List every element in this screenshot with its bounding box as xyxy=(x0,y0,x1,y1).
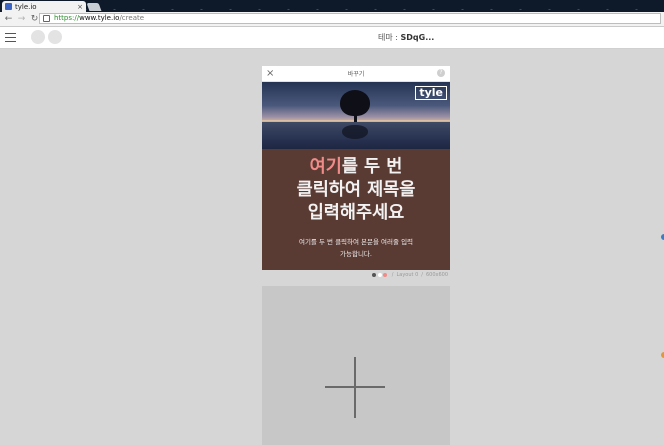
card-background-photo[interactable]: tyle xyxy=(262,82,450,149)
headline-highlight: 여기 xyxy=(309,157,342,177)
back-arrow-icon[interactable]: ← xyxy=(4,14,13,24)
body-line-1: 여기를 두 번 클릭하여 본문을 여러줄 입력 xyxy=(298,238,414,246)
card-toolbar: × 바꾸기 ? xyxy=(262,66,450,82)
favicon-icon xyxy=(5,3,12,10)
color-dot-dark[interactable] xyxy=(372,273,377,277)
redo-button[interactable] xyxy=(48,30,62,44)
meta-separator: / xyxy=(391,272,394,278)
lock-icon xyxy=(43,15,50,22)
browser-tab-title: tyle.io xyxy=(15,2,37,11)
browser-tab[interactable]: tyle.io × xyxy=(2,1,86,12)
url-path: /create xyxy=(119,14,145,22)
tab-close-icon[interactable]: × xyxy=(77,3,83,11)
color-dot-pink[interactable] xyxy=(383,273,388,277)
hamburger-menu-icon[interactable] xyxy=(5,33,16,42)
body-line-2: 가능합니다. xyxy=(340,250,372,258)
headline-line-1-rest: 를 두 번 xyxy=(341,157,403,177)
theme-value: SDqG... xyxy=(400,33,435,42)
card-headline[interactable]: 여기를 두 번 클릭하여 제목을 입력해주세요 xyxy=(262,156,450,225)
plus-icon-vertical xyxy=(354,357,356,418)
headline-line-3: 입력해주세요 xyxy=(307,203,405,223)
theme-label: 테마 : xyxy=(378,33,401,42)
color-dot-white[interactable] xyxy=(377,273,382,277)
undo-button[interactable] xyxy=(31,30,45,44)
url-host: www.tyle.io xyxy=(79,14,120,22)
meta-size: 600x600 xyxy=(425,272,448,278)
card-toolbar-title[interactable]: 바꾸기 xyxy=(262,69,450,78)
new-tab-button[interactable] xyxy=(86,3,102,11)
headline-line-1: 여기를 두 번 xyxy=(262,156,450,179)
card-meta: / Layout 0 / 600x600 xyxy=(262,270,450,280)
app-header: 테마 : SDqG... xyxy=(0,27,664,49)
tree-trunk xyxy=(354,112,357,122)
help-icon[interactable]: ? xyxy=(437,69,445,77)
tree-reflection xyxy=(342,125,368,139)
theme-indicator[interactable]: 테마 : SDqG... xyxy=(378,32,434,43)
forward-arrow-icon[interactable]: → xyxy=(17,14,26,24)
tyle-logo: tyle xyxy=(415,86,447,100)
address-bar[interactable]: https:// www.tyle.io /create xyxy=(39,13,661,24)
meta-layout: Layout 0 xyxy=(396,272,419,278)
reload-icon[interactable]: ↻ xyxy=(30,14,39,24)
add-slide-placeholder[interactable] xyxy=(262,286,450,445)
slide-card[interactable]: × 바꾸기 ? tyle 여기를 두 번 클릭하여 제목을 입력해주세요 여기를… xyxy=(262,66,450,270)
meta-separator-2: / xyxy=(421,272,423,278)
url-scheme: https:// xyxy=(54,14,80,22)
browser-toolbar: ← → ↻ https:// www.tyle.io /create xyxy=(0,12,664,27)
browser-tab-strip: tyle.io × xyxy=(0,0,664,12)
headline-line-2: 클릭하여 제목을 xyxy=(296,180,416,200)
card-body-text[interactable]: 여기를 두 번 클릭하여 본문을 여러줄 입력 가능합니다. xyxy=(262,236,450,260)
